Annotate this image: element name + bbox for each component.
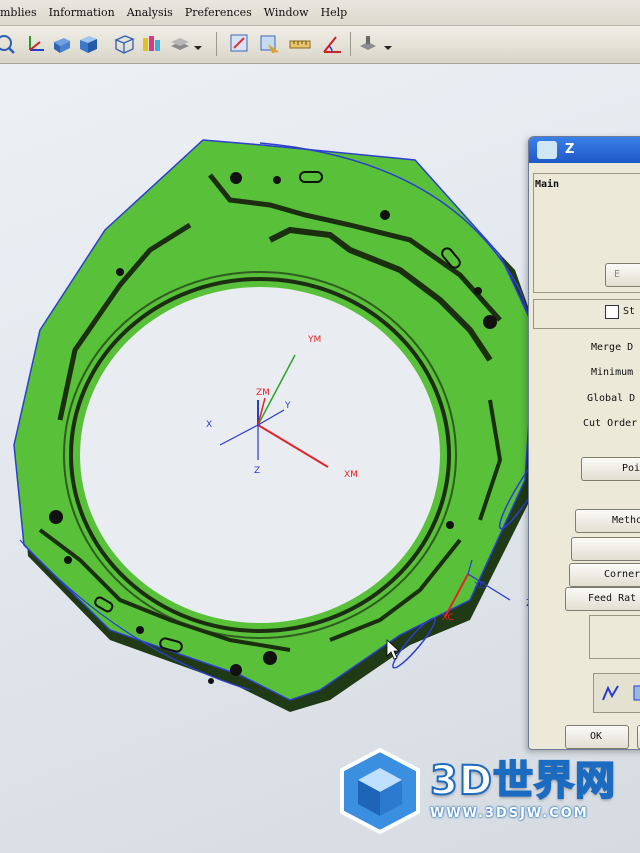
dropdown-icon[interactable] bbox=[382, 32, 394, 56]
edit-button[interactable]: E bbox=[605, 263, 640, 287]
dialog-title: Z bbox=[565, 142, 575, 157]
toolbar bbox=[0, 26, 640, 64]
axis-label-xc: XC bbox=[474, 581, 486, 591]
section-icon[interactable] bbox=[258, 32, 282, 56]
method-button[interactable]: Metho bbox=[575, 509, 640, 533]
fit-view-icon[interactable] bbox=[0, 32, 16, 56]
menu-item-analysis[interactable]: Analysis bbox=[127, 6, 173, 19]
menu-item-window[interactable]: Window bbox=[264, 6, 309, 19]
global-depth-label: Global D bbox=[587, 393, 636, 404]
blank-button[interactable] bbox=[571, 537, 640, 561]
wireframe-icon[interactable] bbox=[112, 32, 136, 56]
axis-label-ym: YM bbox=[307, 335, 321, 345]
color-icon[interactable] bbox=[140, 32, 164, 56]
generate-path-area bbox=[593, 673, 640, 713]
menu-item-preferences[interactable]: Preferences bbox=[185, 6, 252, 19]
menu-item-assemblies[interactable]: mblies bbox=[0, 6, 37, 19]
ruler-icon[interactable] bbox=[288, 32, 312, 56]
corner-button[interactable]: Corner bbox=[569, 563, 640, 587]
dialog-title-bar[interactable]: Z bbox=[529, 137, 640, 163]
operation-dialog: Z Main E St Merge D Minimum Global D Cut… bbox=[528, 136, 640, 750]
menu-bar: mblies Information Analysis Preferences … bbox=[0, 0, 640, 26]
view-cube-icon[interactable] bbox=[76, 32, 100, 56]
menu-item-help[interactable]: Help bbox=[321, 6, 348, 19]
merge-distance-label: Merge D bbox=[591, 342, 634, 353]
axis-label-x: X bbox=[206, 420, 212, 430]
measure-icon[interactable] bbox=[228, 32, 252, 56]
angle-icon[interactable] bbox=[320, 32, 344, 56]
part-bore bbox=[80, 287, 440, 623]
menu-item-information[interactable]: Information bbox=[49, 6, 115, 19]
watermark: 3D世界网 WWW.3DSJW.COM bbox=[330, 740, 640, 840]
axis-label-xc-2: XC bbox=[442, 613, 454, 623]
stamp-icon[interactable] bbox=[356, 32, 380, 56]
generate-icon[interactable] bbox=[600, 682, 622, 704]
feed-rate-button[interactable]: Feed Rat bbox=[565, 587, 640, 611]
wcs-icon[interactable] bbox=[24, 32, 48, 56]
steep-checkbox[interactable] bbox=[605, 305, 619, 319]
axis-label-y: Y bbox=[284, 401, 291, 411]
axis-label-zm: ZM bbox=[256, 388, 270, 398]
steep-label: St bbox=[623, 306, 636, 317]
cut-order-label: Cut Order bbox=[583, 418, 638, 429]
replay-icon[interactable] bbox=[630, 682, 640, 704]
points-button[interactable]: Poin bbox=[581, 457, 640, 481]
watermark-url: WWW.3DSJW.COM bbox=[430, 806, 589, 821]
layer-icon[interactable] bbox=[168, 32, 192, 56]
watermark-logo-icon bbox=[340, 747, 420, 835]
shaded-icon[interactable] bbox=[50, 32, 74, 56]
minimum-label: Minimum bbox=[591, 367, 634, 378]
axis-label-z: Z bbox=[254, 466, 260, 476]
dropdown-icon[interactable] bbox=[192, 32, 204, 56]
axis-label-xm: XM bbox=[344, 470, 358, 480]
app-icon bbox=[537, 141, 557, 159]
watermark-text: 3D世界网 bbox=[429, 757, 617, 805]
